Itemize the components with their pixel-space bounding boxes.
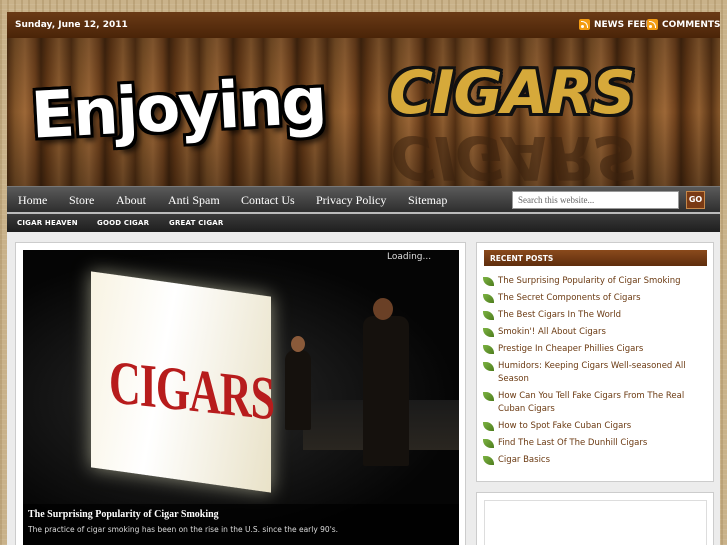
leaf-icon bbox=[483, 422, 494, 431]
leaf-icon bbox=[483, 311, 494, 320]
leaf-icon bbox=[483, 456, 494, 465]
person-head bbox=[291, 336, 305, 352]
recent-posts-list: The Surprising Popularity of Cigar Smoki… bbox=[483, 275, 709, 471]
caption-title[interactable]: The Surprising Popularity of Cigar Smoki… bbox=[28, 509, 454, 520]
subnav-good-cigar[interactable]: GOOD CIGAR bbox=[97, 219, 149, 227]
logo-word-enjoying: Enjoying bbox=[29, 64, 327, 154]
post-link[interactable]: Cigar Basics bbox=[498, 454, 550, 467]
post-link[interactable]: Find The Last Of The Dunhill Cigars bbox=[498, 437, 647, 450]
list-item: Prestige In Cheaper Phillies Cigars bbox=[483, 343, 709, 356]
post-link[interactable]: The Best Cigars In The World bbox=[498, 309, 621, 322]
post-link[interactable]: Prestige In Cheaper Phillies Cigars bbox=[498, 343, 643, 356]
person-figure bbox=[285, 350, 311, 430]
news-feed-link[interactable]: NEWS FEED bbox=[579, 19, 653, 30]
nav-store[interactable]: Store bbox=[69, 193, 94, 208]
top-bar: Sunday, June 12, 2011 NEWS FEED COMMENTS bbox=[7, 12, 720, 38]
leaf-icon bbox=[483, 392, 494, 401]
post-link[interactable]: Smokin'! All About Cigars bbox=[498, 326, 606, 339]
list-item: Find The Last Of The Dunhill Cigars bbox=[483, 437, 709, 450]
subnav-great-cigar[interactable]: GREAT CIGAR bbox=[169, 219, 224, 227]
post-link[interactable]: Humidors: Keeping Cigars Well-seasoned A… bbox=[498, 360, 709, 386]
list-item: Smokin'! All About Cigars bbox=[483, 326, 709, 339]
category-nav: CIGAR HEAVEN GOOD CIGAR GREAT CIGAR bbox=[7, 212, 720, 232]
person-head bbox=[373, 298, 393, 320]
recent-posts-heading: RECENT POSTS bbox=[484, 250, 707, 266]
logo-reflection: CIGARS bbox=[391, 122, 637, 186]
caption-text: The practice of cigar smoking has been o… bbox=[28, 525, 339, 534]
comments-feed-link[interactable]: COMMENTS bbox=[647, 19, 720, 30]
nav-sitemap[interactable]: Sitemap bbox=[408, 193, 447, 208]
recent-posts-widget: RECENT POSTS The Surprising Popularity o… bbox=[476, 242, 714, 482]
list-item: The Secret Components of Cigars bbox=[483, 292, 709, 305]
nav-anti-spam[interactable]: Anti Spam bbox=[168, 193, 220, 208]
logo-word-cigars: CIGARS bbox=[389, 58, 635, 128]
sidebar-widget bbox=[476, 492, 714, 545]
rss-icon bbox=[647, 19, 658, 30]
post-link[interactable]: The Surprising Popularity of Cigar Smoki… bbox=[498, 275, 681, 288]
nav-privacy-policy[interactable]: Privacy Policy bbox=[316, 193, 386, 208]
leaf-icon bbox=[483, 277, 494, 286]
featured-slider[interactable]: Loading... CIGARS The Surprising Popular… bbox=[23, 250, 459, 545]
slider-caption[interactable]: The Surprising Popularity of Cigar Smoki… bbox=[23, 504, 459, 545]
page-wrapper: Sunday, June 12, 2011 NEWS FEED COMMENTS… bbox=[7, 12, 720, 545]
post-link[interactable]: The Secret Components of Cigars bbox=[498, 292, 641, 305]
search-go-button[interactable]: GO bbox=[686, 191, 705, 209]
leaf-icon bbox=[483, 439, 494, 448]
list-item: How Can You Tell Fake Cigars From The Re… bbox=[483, 390, 709, 416]
header-banner[interactable]: Enjoying CIGARS CIGARS bbox=[7, 38, 720, 186]
list-item: How to Spot Fake Cuban Cigars bbox=[483, 420, 709, 433]
comments-feed-label: COMMENTS bbox=[662, 19, 721, 30]
post-link[interactable]: How to Spot Fake Cuban Cigars bbox=[498, 420, 631, 433]
nav-contact-us[interactable]: Contact Us bbox=[241, 193, 295, 208]
nav-home[interactable]: Home bbox=[18, 193, 47, 208]
search-input[interactable]: Search this website... bbox=[512, 191, 679, 209]
post-link[interactable]: How Can You Tell Fake Cigars From The Re… bbox=[498, 390, 709, 416]
leaf-icon bbox=[483, 328, 494, 337]
loading-text: Loading... bbox=[387, 252, 432, 262]
featured-content: Loading... CIGARS The Surprising Popular… bbox=[15, 242, 466, 545]
list-item: Humidors: Keeping Cigars Well-seasoned A… bbox=[483, 360, 709, 386]
main-nav: Home Store About Anti Spam Contact Us Pr… bbox=[7, 186, 720, 212]
leaf-icon bbox=[483, 362, 494, 371]
nav-about[interactable]: About bbox=[116, 193, 146, 208]
list-item: The Best Cigars In The World bbox=[483, 309, 709, 322]
list-item: Cigar Basics bbox=[483, 454, 709, 467]
current-date: Sunday, June 12, 2011 bbox=[15, 20, 128, 30]
widget-placeholder bbox=[484, 500, 707, 545]
list-item: The Surprising Popularity of Cigar Smoki… bbox=[483, 275, 709, 288]
news-feed-label: NEWS FEED bbox=[594, 19, 654, 30]
person-figure bbox=[363, 316, 409, 466]
leaf-icon bbox=[483, 294, 494, 303]
leaf-icon bbox=[483, 345, 494, 354]
rss-icon bbox=[579, 19, 590, 30]
subnav-cigar-heaven[interactable]: CIGAR HEAVEN bbox=[17, 219, 78, 227]
